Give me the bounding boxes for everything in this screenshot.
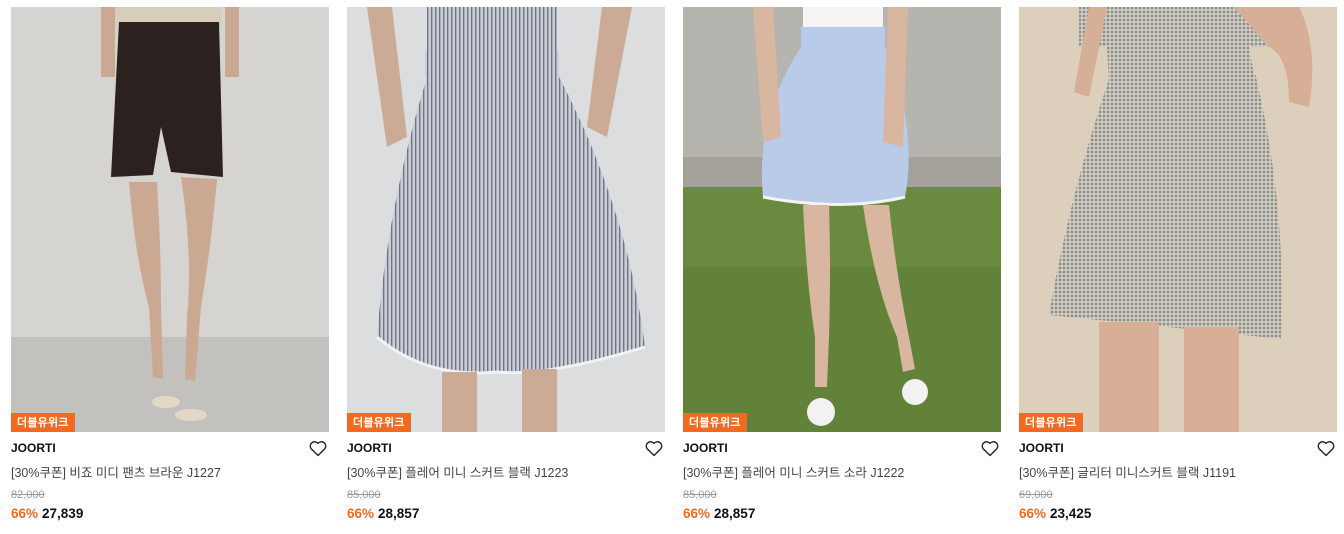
product-image[interactable]: 더블유위크 [683,7,1001,432]
product-title[interactable]: [30%쿠폰] 플레어 미니 스커트 소라 J1222 [683,465,1001,481]
heart-outline-icon[interactable] [981,440,999,457]
product-title[interactable]: [30%쿠폰] 비죠 미디 팬츠 브라운 J1227 [11,465,329,481]
discount-rate: 66% [347,506,375,521]
product-info: JOORTI [30%쿠폰] 플레어 미니 스커트 소라 J1222 85,00… [683,432,1001,522]
original-price: 85,000 [683,489,717,501]
sale-price: 28,857 [714,506,756,521]
product-card[interactable]: 더블유위크 JOORTI [30%쿠폰] 글리터 미니스커트 블랙 J1191 … [1019,7,1337,522]
discount-rate: 66% [1019,506,1047,521]
product-image[interactable]: 더블유위크 [11,7,329,432]
product-title[interactable]: [30%쿠폰] 글리터 미니스커트 블랙 J1191 [1019,465,1337,481]
original-price: 85,000 [347,489,381,501]
price-row: 66% 28,857 [347,506,665,522]
product-card[interactable]: 더블유위크 JOORTI [30%쿠폰] 플레어 미니 스커트 블랙 J1223… [347,7,665,522]
product-title[interactable]: [30%쿠폰] 플레어 미니 스커트 블랙 J1223 [347,465,665,481]
sale-price: 23,425 [1050,506,1092,521]
product-grid: 더블유위크 JOORTI [30%쿠폰] 비죠 미디 팬츠 브라운 J1227 … [11,7,1337,522]
heart-outline-icon[interactable] [1317,440,1335,457]
discount-rate: 66% [683,506,711,521]
event-badge: 더블유위크 [1019,413,1083,432]
product-card[interactable]: 더블유위크 JOORTI [30%쿠폰] 플레어 미니 스커트 소라 J1222… [683,7,1001,522]
product-image[interactable]: 더블유위크 [1019,7,1337,432]
brand-name[interactable]: JOORTI [11,441,329,456]
product-card[interactable]: 더블유위크 JOORTI [30%쿠폰] 비죠 미디 팬츠 브라운 J1227 … [11,7,329,522]
product-image[interactable]: 더블유위크 [347,7,665,432]
brand-name[interactable]: JOORTI [1019,441,1337,456]
price-row: 66% 28,857 [683,506,1001,522]
brand-name[interactable]: JOORTI [347,441,665,456]
event-badge: 더블유위크 [11,413,75,432]
event-badge: 더블유위크 [683,413,747,432]
price-row: 66% 27,839 [11,506,329,522]
product-info: JOORTI [30%쿠폰] 비죠 미디 팬츠 브라운 J1227 82,000… [11,432,329,522]
product-info: JOORTI [30%쿠폰] 플레어 미니 스커트 블랙 J1223 85,00… [347,432,665,522]
discount-rate: 66% [11,506,39,521]
heart-outline-icon[interactable] [309,440,327,457]
event-badge: 더블유위크 [347,413,411,432]
heart-outline-icon[interactable] [645,440,663,457]
original-price: 69,000 [1019,489,1053,501]
sale-price: 28,857 [378,506,420,521]
brand-name[interactable]: JOORTI [683,441,1001,456]
price-row: 66% 23,425 [1019,506,1337,522]
product-info: JOORTI [30%쿠폰] 글리터 미니스커트 블랙 J1191 69,000… [1019,432,1337,522]
sale-price: 27,839 [42,506,84,521]
original-price: 82,000 [11,489,45,501]
